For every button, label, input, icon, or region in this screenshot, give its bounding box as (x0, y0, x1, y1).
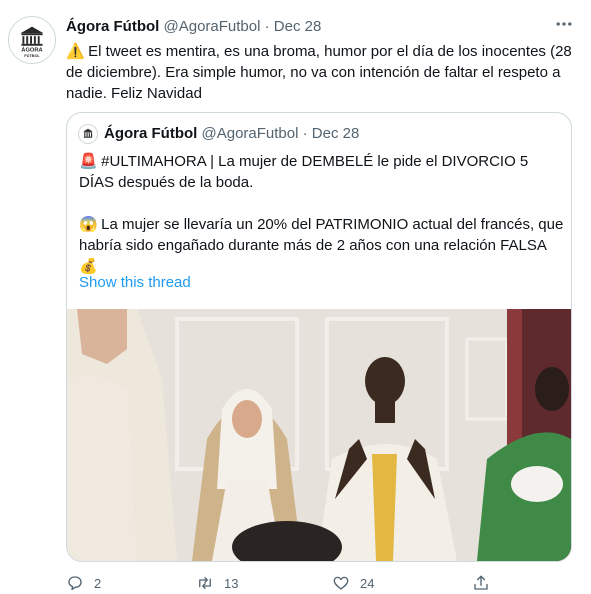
like-action[interactable]: 24 (332, 572, 374, 594)
more-dots-icon[interactable] (551, 14, 577, 40)
reply-action[interactable]: 2 (66, 572, 101, 594)
tweet-body: El tweet es mentira, es una broma, humor… (66, 43, 576, 102)
quoted-header: Ágora Fútbol @AgoraFutbol · Dec 28 (104, 124, 359, 144)
tweet-date[interactable]: Dec 28 (274, 18, 322, 35)
like-count: 24 (360, 575, 375, 591)
reply-icon[interactable] (66, 574, 84, 592)
avatar-text-top: ÁGORA (21, 47, 42, 54)
siren-emoji: 🚨 (79, 153, 98, 170)
tweet-text: ⚠️ El tweet es mentira, es una broma, hu… (66, 41, 576, 104)
author-name[interactable]: Ágora Fútbol (66, 18, 159, 35)
quoted-author-handle: @AgoraFutbol (201, 125, 299, 142)
quoted-tweet[interactable]: Ágora Fútbol @AgoraFutbol · Dec 28 🚨 #UL… (66, 112, 572, 562)
tweet-header: Ágora Fútbol @AgoraFutbol · Dec 28 (66, 17, 321, 37)
quoted-author-name: Ágora Fútbol (104, 125, 198, 142)
author-avatar[interactable]: ÁGORA FÚTBOL (8, 16, 56, 64)
retweet-icon[interactable] (196, 574, 214, 592)
scream-emoji: 😱 (79, 216, 98, 233)
reply-count: 2 (94, 575, 102, 591)
quoted-author-avatar (78, 124, 98, 144)
warning-emoji: ⚠️ (66, 43, 85, 60)
like-icon[interactable] (332, 574, 350, 592)
quoted-date: Dec 28 (311, 125, 360, 142)
author-handle[interactable]: @AgoraFutbol (164, 18, 261, 35)
quoted-line-2: La mujer se llevaría un 20% del PATRIMON… (79, 216, 568, 254)
quoted-text: 🚨 #ULTIMAHORA | La mujer de DEMBELÉ le p… (79, 151, 565, 277)
retweet-action[interactable]: 13 (196, 572, 238, 594)
show-thread-link[interactable]: Show this thread (79, 273, 191, 293)
quoted-line-1: #ULTIMAHORA | La mujer de DEMBELÉ le pid… (79, 153, 533, 191)
retweet-count: 13 (224, 575, 239, 591)
avatar-text-bottom: FÚTBOL (24, 53, 40, 58)
quoted-separator: · (302, 125, 308, 142)
share-icon[interactable] (472, 574, 490, 592)
tweet-actions: 2 13 24 (66, 572, 496, 594)
wedding-photo[interactable] (67, 309, 571, 561)
header-separator: · (264, 18, 270, 35)
share-action[interactable] (472, 572, 490, 594)
